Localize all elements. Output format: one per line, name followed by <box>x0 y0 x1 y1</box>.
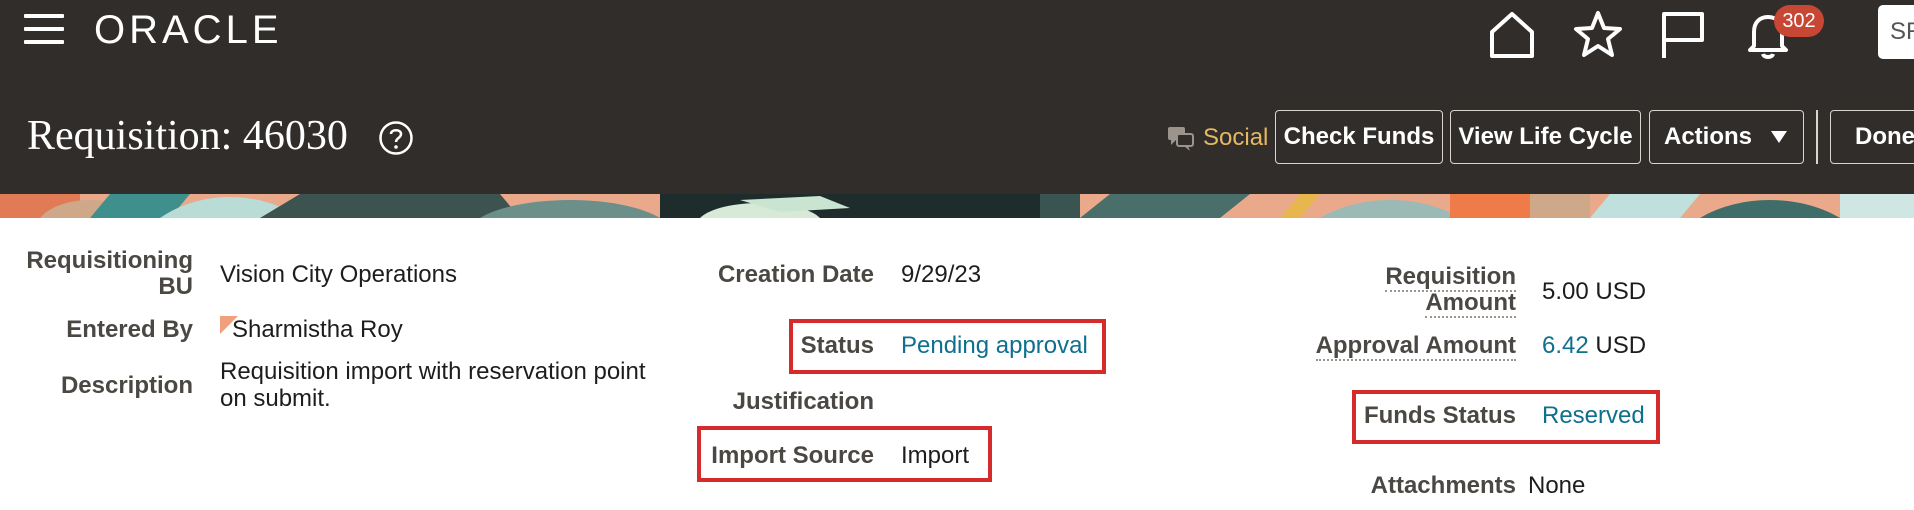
check-funds-button[interactable]: Check Funds <box>1275 110 1443 164</box>
requisitioning-bu-label-line1: Requisitioning <box>26 247 193 274</box>
justification-label: Justification <box>732 388 874 415</box>
navigator-menu-icon[interactable] <box>24 14 64 48</box>
social-link[interactable]: Social <box>1203 124 1268 152</box>
description-line2: on submit. <box>220 385 331 412</box>
approval-amount-link[interactable]: 6.42 <box>1542 332 1589 359</box>
done-button[interactable]: Done <box>1830 110 1914 164</box>
import-source-value: Import <box>901 442 970 469</box>
notifications-count-badge[interactable]: 302 <box>1774 5 1824 37</box>
chevron-down-icon <box>1771 131 1787 143</box>
requisition-amount-label-line2: Amount <box>1425 289 1516 318</box>
import-source-label: Import Source <box>711 442 874 469</box>
user-avatar[interactable]: SR <box>1878 5 1914 59</box>
requisition-amount-currency: USD <box>1595 278 1647 305</box>
attachments-label: Attachments <box>1370 472 1516 499</box>
decorative-banner <box>0 194 1914 218</box>
funds-status-label: Funds Status <box>1363 402 1516 429</box>
entered-by-value[interactable]: Sharmistha Roy <box>232 316 403 344</box>
page-title: Requisition: 46030 <box>27 113 348 159</box>
funds-status-link[interactable]: Reserved <box>1542 402 1645 430</box>
requisition-amount-value: 5.00 USD <box>1542 278 1646 306</box>
approval-amount-label: Approval Amount <box>1280 332 1516 361</box>
actions-button-label: Actions <box>1664 123 1753 150</box>
global-header: ORACLE 302 SR Requisition: 46030 Social … <box>0 0 1914 194</box>
approval-amount-currency: USD <box>1595 332 1647 359</box>
requisition-amount-label-line1: Requisition <box>1385 263 1516 292</box>
oracle-logo[interactable]: ORACLE <box>94 8 283 53</box>
approval-amount-label-text: Approval Amount <box>1315 332 1516 361</box>
status-label: Status <box>800 332 874 359</box>
attachments-value: None <box>1528 472 1586 499</box>
approval-amount-value: 6.42 USD <box>1542 332 1646 360</box>
watchlist-flag-icon[interactable] <box>1656 8 1708 60</box>
entered-by-label: Entered By <box>66 316 193 343</box>
creation-date-value: 9/29/23 <box>901 261 982 288</box>
description-value: Requisition import with reservation poin… <box>220 358 646 412</box>
social-chat-icon[interactable] <box>1166 124 1196 154</box>
requisition-amount: 5.00 <box>1542 278 1589 305</box>
toolbar-divider <box>1816 110 1818 164</box>
status-value-link[interactable]: Pending approval <box>901 332 1088 360</box>
actions-menu-button[interactable]: Actions <box>1649 110 1804 164</box>
requisitioning-bu-label: Requisitioning BU <box>10 248 193 300</box>
requisitioning-bu-value: Vision City Operations <box>220 261 457 288</box>
description-line1: Requisition import with reservation poin… <box>220 358 646 385</box>
requisitioning-bu-label-line2: BU <box>158 273 193 300</box>
view-life-cycle-button[interactable]: View Life Cycle <box>1450 110 1641 164</box>
favorites-star-icon[interactable] <box>1572 8 1624 60</box>
requisition-details: Requisitioning BU Vision City Operations… <box>0 218 1914 510</box>
help-icon[interactable] <box>378 120 414 156</box>
home-icon[interactable] <box>1486 8 1538 60</box>
creation-date-label: Creation Date <box>717 261 874 288</box>
description-label: Description <box>60 372 193 399</box>
requisition-amount-label: Requisition Amount <box>1280 263 1516 318</box>
